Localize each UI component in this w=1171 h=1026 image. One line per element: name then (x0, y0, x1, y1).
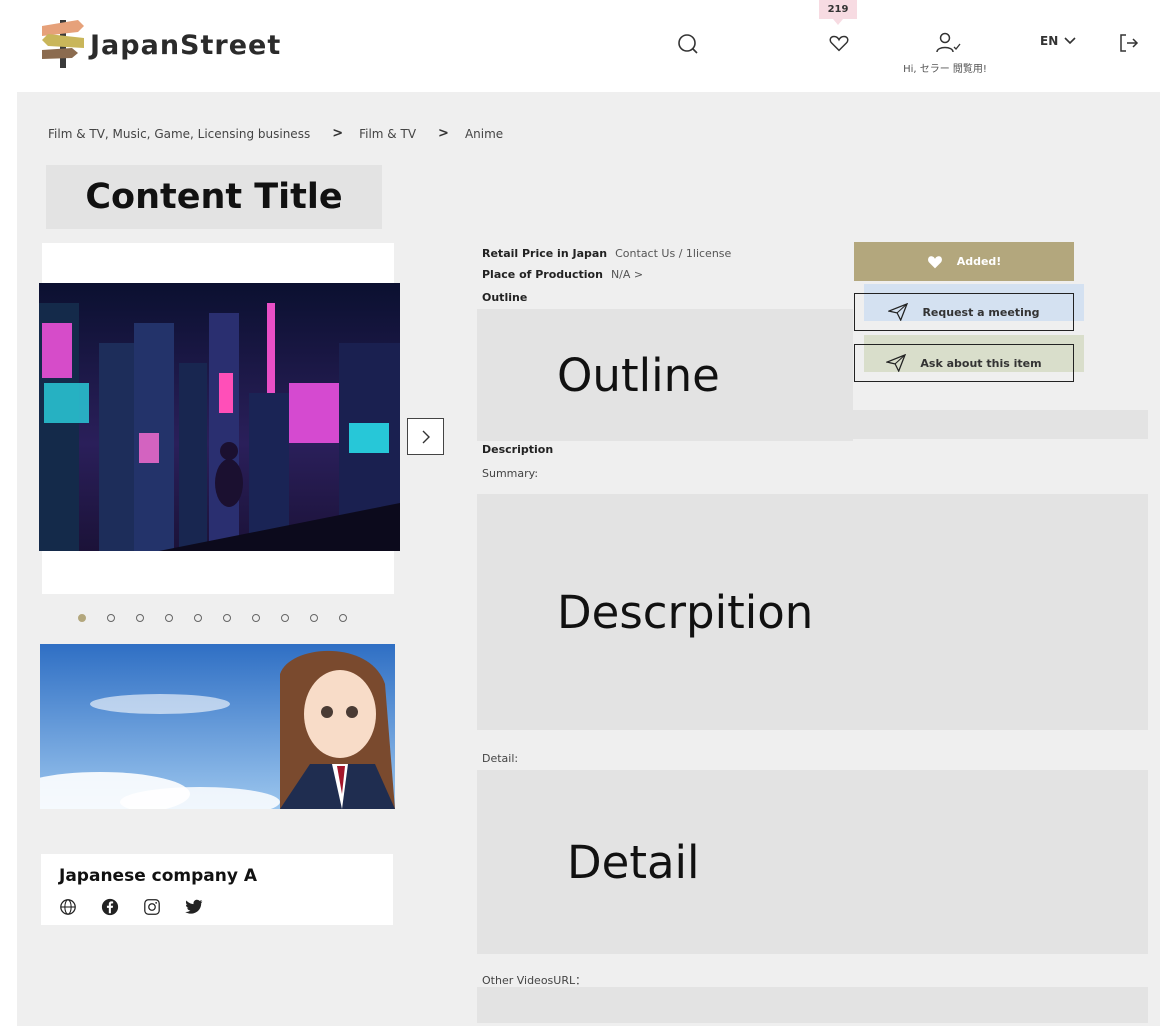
favorites-button[interactable] (826, 30, 852, 56)
description-box: Descrpition (477, 494, 1148, 730)
carousel-dots (78, 614, 347, 622)
breadcrumb-item[interactable]: Anime (465, 127, 503, 141)
content-title: Content Title (46, 165, 382, 229)
description-label-text: Description (482, 443, 554, 456)
carousel-dot[interactable] (107, 614, 115, 622)
added-label: Added! (956, 255, 1002, 268)
outline-placeholder: Outline (557, 348, 720, 402)
language-label: EN (1040, 34, 1059, 48)
outline-label: Outline (482, 291, 527, 304)
carousel-dot[interactable] (194, 614, 202, 622)
retail-price-value: Contact Us / 1license (615, 247, 732, 260)
request-meeting-button[interactable]: Request a meeting (854, 293, 1074, 331)
logout-button[interactable] (1116, 31, 1142, 55)
breadcrumb: Film & TV, Music, Game, Licensing busine… (48, 126, 503, 141)
carousel-dot[interactable] (310, 614, 318, 622)
outline-label-text: Outline (482, 291, 528, 304)
description-label: Description (482, 443, 553, 456)
globe-icon (60, 899, 76, 915)
carousel-dot[interactable] (223, 614, 231, 622)
account-button[interactable] (934, 30, 962, 56)
social-links (57, 896, 205, 918)
breadcrumb-item[interactable]: Film & TV, Music, Game, Licensing busine… (48, 127, 310, 141)
breadcrumb-separator-icon: > (438, 126, 449, 141)
outline-box: Outline (477, 309, 853, 441)
instagram-link[interactable] (141, 896, 163, 918)
search-icon (678, 34, 698, 54)
logo-text: JapanStreet (90, 30, 282, 61)
place-of-production-label: Place of Production (482, 268, 603, 281)
other-videos-box (477, 987, 1148, 1023)
ask-about-item-label: Ask about this item (920, 356, 1042, 370)
retail-price-label: Retail Price in Japan (482, 247, 608, 260)
chevron-down-icon (1064, 37, 1076, 45)
search-button[interactable] (674, 30, 702, 58)
paper-plane-icon (886, 354, 907, 372)
carousel-dot[interactable] (78, 614, 86, 622)
summary-label: Summary: (482, 467, 539, 480)
paper-plane-icon (888, 303, 909, 321)
carousel-dot[interactable] (252, 614, 260, 622)
page: JapanStreet 219 Hi, セラー 閲覧用! EN Film & T… (0, 0, 1171, 1026)
ask-about-item-button[interactable]: Ask about this item (854, 344, 1074, 382)
header: JapanStreet 219 Hi, セラー 閲覧用! EN (0, 0, 1171, 92)
greeting-text: Hi, セラー 閲覧用! (903, 64, 987, 75)
language-selector[interactable]: EN (1040, 34, 1076, 48)
user-check-icon (936, 32, 961, 53)
facebook-link[interactable] (99, 896, 121, 918)
instagram-icon (144, 899, 160, 915)
breadcrumb-item[interactable]: Film & TV (359, 127, 416, 141)
request-meeting-label: Request a meeting (922, 305, 1040, 319)
signpost-logo-icon (42, 20, 84, 68)
outline-box-extension (853, 410, 1148, 439)
carousel-dot[interactable] (136, 614, 144, 622)
heart-icon (829, 35, 849, 52)
logo[interactable]: JapanStreet (38, 12, 298, 72)
secondary-image (40, 644, 395, 809)
other-videos-label: Other VideosURL： (482, 974, 587, 987)
logout-icon (1120, 34, 1139, 52)
detail-placeholder: Detail (567, 835, 700, 889)
detail-box: Detail (477, 770, 1148, 954)
carousel-dot[interactable] (339, 614, 347, 622)
place-of-production-row: Place of Production N/A > (482, 268, 643, 281)
favorites-count-badge: 219 (819, 0, 857, 25)
breadcrumb-separator-icon: > (332, 126, 344, 141)
carousel-image (39, 283, 400, 551)
website-link[interactable] (57, 896, 79, 918)
carousel-dot[interactable] (281, 614, 289, 622)
place-of-production-link[interactable]: N/A > (611, 268, 643, 281)
carousel-dot[interactable] (165, 614, 173, 622)
twitter-icon (185, 899, 203, 914)
description-placeholder: Descrpition (557, 585, 814, 639)
detail-label: Detail: (482, 752, 519, 765)
carousel-next-button[interactable] (407, 418, 444, 455)
added-to-favorites-button[interactable]: Added! (854, 242, 1074, 281)
chevron-right-icon (422, 430, 430, 443)
facebook-icon (101, 898, 119, 916)
heart-filled-icon (927, 255, 942, 268)
company-name[interactable]: Japanese company A (59, 866, 257, 886)
retail-price-row: Retail Price in Japan Contact Us / 1licen… (482, 247, 731, 260)
twitter-link[interactable] (183, 896, 205, 918)
company-card: Japanese company A (41, 854, 393, 925)
